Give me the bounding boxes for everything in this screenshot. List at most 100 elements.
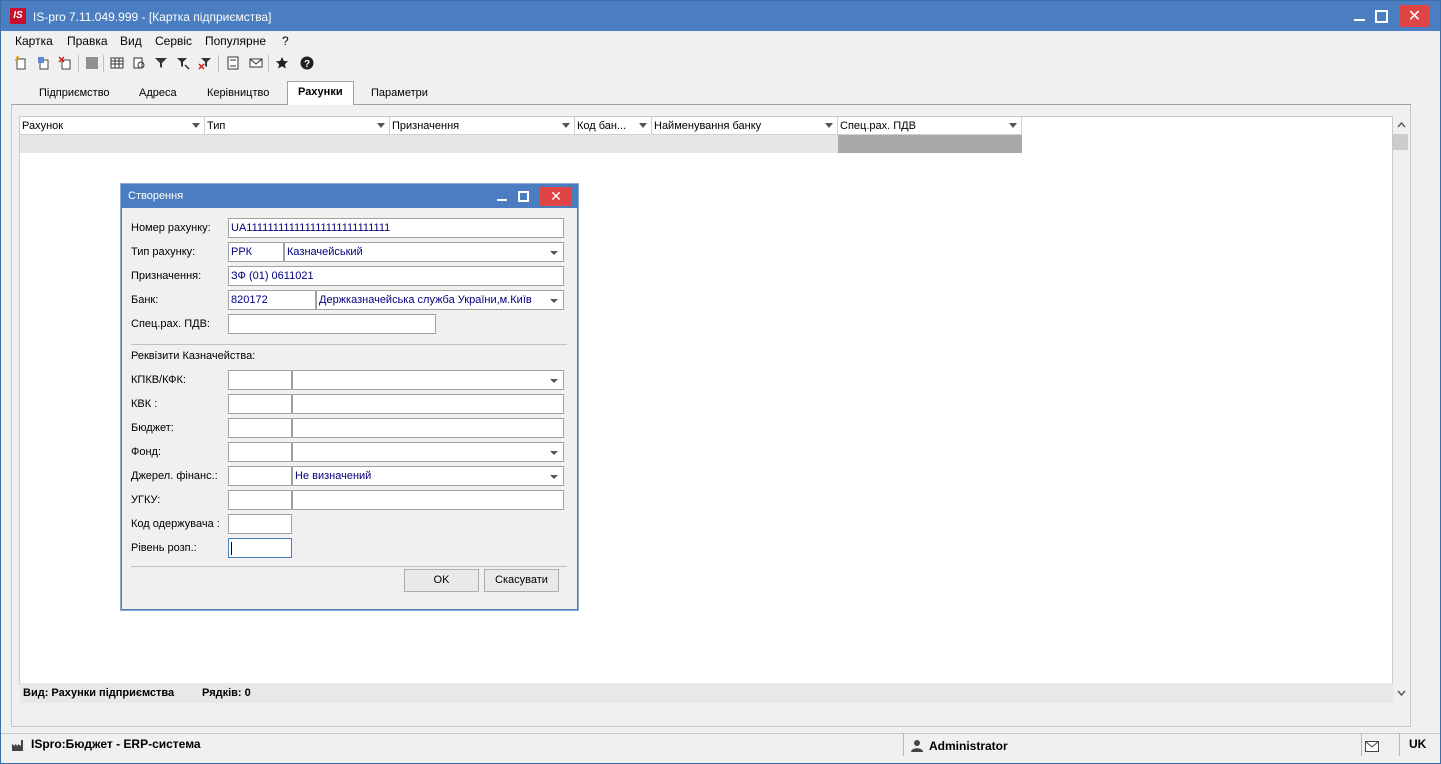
table-row[interactable] (20, 135, 1022, 153)
menu-bar: Картка Правка Вид Сервіс Популярне ? (1, 31, 1440, 51)
status-separator (903, 734, 904, 756)
toolbar-separator (103, 55, 104, 72)
chevron-down-icon[interactable] (550, 251, 558, 255)
column-header-account[interactable]: Рахунок (20, 117, 205, 135)
stop-icon[interactable] (83, 54, 101, 72)
kpkv-code-field[interactable] (228, 370, 292, 390)
tab-pidpryiemstvo[interactable]: Підприємство (29, 83, 120, 105)
tab-rakhunky[interactable]: Рахунки (287, 81, 354, 106)
column-header-vat-account[interactable]: Спец.рах. ПДВ (838, 117, 1022, 135)
dialog-close-button[interactable]: ✕ (540, 187, 572, 206)
menu-servis[interactable]: Сервіс (155, 34, 192, 48)
column-header-purpose[interactable]: Призначення (390, 117, 575, 135)
chevron-down-icon[interactable] (550, 475, 558, 479)
label-purpose: Призначення: (131, 270, 202, 282)
funding-source-code-field[interactable] (228, 466, 292, 486)
column-header-type[interactable]: Тип (205, 117, 390, 135)
menu-pravka[interactable]: Правка (67, 34, 108, 48)
divider (131, 344, 567, 345)
scroll-down-icon[interactable] (1393, 684, 1410, 701)
column-header-bank-code[interactable]: Код бан... (575, 117, 652, 135)
budget-code-field[interactable] (228, 418, 292, 438)
refresh-icon[interactable] (130, 54, 148, 72)
bank-name-value: Держказначейська служба України,м.Київ (319, 294, 532, 306)
filter-edit-icon[interactable] (174, 54, 192, 72)
language-indicator[interactable]: UK (1409, 734, 1426, 756)
purpose-field[interactable]: ЗФ (01) 0611021 (228, 266, 564, 286)
bank-name-select[interactable]: Держказначейська служба України,м.Київ (316, 290, 564, 310)
ugku-code-field[interactable] (228, 490, 292, 510)
tab-parametry[interactable]: Параметри (361, 83, 438, 105)
chevron-down-icon[interactable] (639, 123, 647, 128)
selected-cell[interactable] (838, 135, 1022, 153)
minimize-icon (1353, 19, 1365, 21)
label-vat-account: Спец.рах. ПДВ: (131, 318, 210, 330)
filter-icon[interactable] (152, 54, 170, 72)
report-icon[interactable] (224, 54, 242, 72)
account-type-value: Казначейський (287, 246, 363, 258)
account-number-field[interactable]: UA111111111111111111111111111 (228, 218, 564, 238)
menu-help[interactable]: ? (282, 34, 289, 48)
factory-icon (11, 738, 25, 760)
menu-vyd[interactable]: Вид (120, 34, 142, 48)
column-header-label: Найменування банку (654, 120, 762, 132)
star-icon[interactable] (273, 54, 291, 72)
account-type-code-field[interactable]: РРК (228, 242, 284, 262)
chevron-down-icon[interactable] (562, 123, 570, 128)
ok-button[interactable]: OK (404, 569, 479, 592)
title-bar[interactable]: IS IS-pro 7.11.049.999 - [Картка підприє… (1, 1, 1440, 31)
kpkv-select[interactable] (292, 370, 564, 390)
fund-select[interactable] (292, 442, 564, 462)
bank-code-field[interactable]: 820172 (228, 290, 316, 310)
chevron-down-icon[interactable] (1009, 123, 1017, 128)
tab-adresa[interactable]: Адреса (129, 83, 187, 105)
chevron-down-icon[interactable] (550, 451, 558, 455)
menu-kartka[interactable]: Картка (15, 34, 53, 48)
new-doc-icon[interactable] (12, 54, 30, 72)
account-type-select[interactable]: Казначейський (284, 242, 564, 262)
scroll-up-icon[interactable] (1393, 116, 1410, 133)
recipient-code-field[interactable] (228, 514, 292, 534)
budget-name-field[interactable] (292, 418, 564, 438)
column-header-label: Код бан... (577, 120, 627, 132)
dialog-title: Створення (128, 190, 184, 202)
close-button[interactable]: ✕ (1400, 5, 1429, 27)
fund-code-field[interactable] (228, 442, 292, 462)
column-header-bank-name[interactable]: Найменування банку (652, 117, 838, 135)
label-ugku: УГКУ: (131, 494, 161, 506)
kvk-name-field[interactable] (292, 394, 564, 414)
label-bank: Банк: (131, 294, 159, 306)
chevron-down-icon[interactable] (825, 123, 833, 128)
ugku-name-field[interactable] (292, 490, 564, 510)
kvk-code-field[interactable] (228, 394, 292, 414)
mail-icon[interactable] (247, 54, 265, 72)
label-account-type: Тип рахунку: (131, 246, 196, 258)
vat-account-field[interactable] (228, 314, 436, 334)
delete-doc-icon[interactable] (56, 54, 74, 72)
scroll-thumb[interactable] (1393, 134, 1408, 150)
column-header-label: Спец.рах. ПДВ (840, 120, 916, 132)
status-bar: ISpro:Бюджет - ERP-система Administrator… (1, 733, 1440, 756)
column-header-label: Призначення (392, 120, 460, 132)
tab-kerivnytstvo[interactable]: Керівництво (197, 83, 279, 105)
chevron-down-icon[interactable] (550, 299, 558, 303)
filter-clear-icon[interactable] (196, 54, 214, 72)
svg-text:?: ? (304, 59, 310, 70)
maximize-button[interactable] (1367, 5, 1395, 27)
label-account-number: Номер рахунку: (131, 222, 211, 234)
menu-populiarne[interactable]: Популярне (205, 34, 266, 48)
distribution-level-field[interactable] (228, 538, 292, 558)
maximize-icon (1374, 9, 1388, 23)
chevron-down-icon[interactable] (550, 379, 558, 383)
vertical-scrollbar[interactable] (1393, 116, 1410, 702)
status-separator (1399, 734, 1400, 756)
dialog-maximize-button[interactable] (511, 187, 535, 206)
table-icon[interactable] (108, 54, 126, 72)
copy-doc-icon[interactable] (34, 54, 52, 72)
chevron-down-icon[interactable] (192, 123, 200, 128)
funding-source-select[interactable]: Не визначений (292, 466, 564, 486)
chevron-down-icon[interactable] (377, 123, 385, 128)
mail-icon[interactable] (1365, 738, 1379, 760)
help-icon[interactable]: ? (298, 54, 316, 72)
cancel-button[interactable]: Скасувати (484, 569, 559, 592)
